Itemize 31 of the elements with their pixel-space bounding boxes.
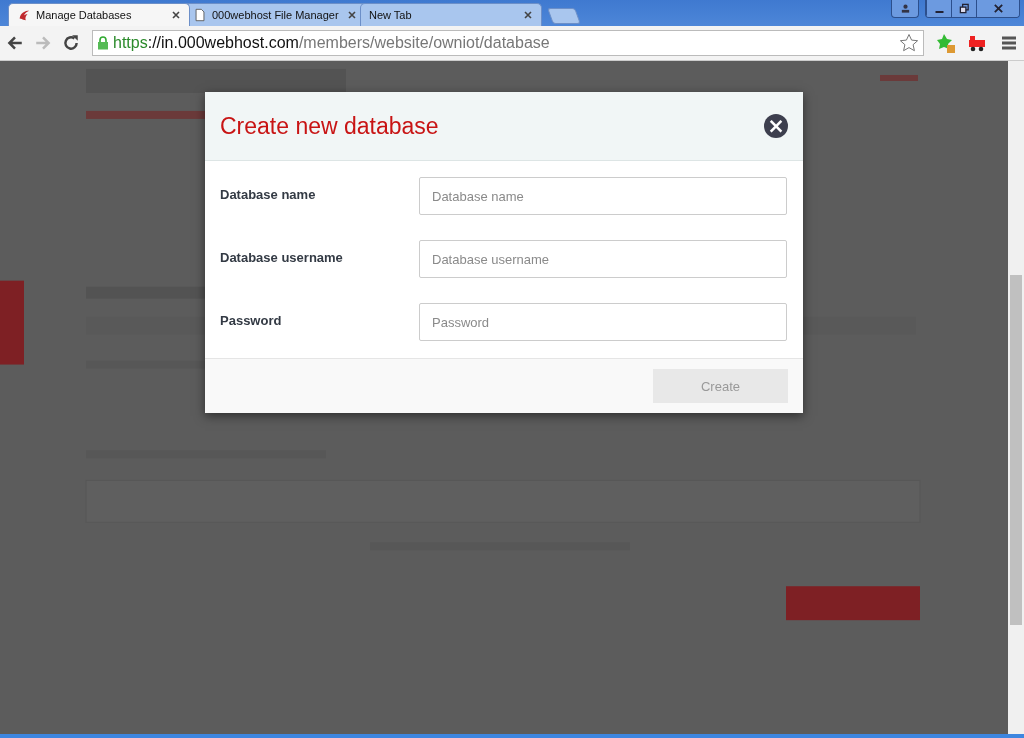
minimize-button[interactable] — [926, 0, 951, 17]
close-icon[interactable] — [171, 10, 181, 20]
dialog-title: Create new database — [220, 112, 439, 140]
tab-title: 000webhost File Manager — [212, 9, 340, 21]
swirl-icon — [17, 8, 31, 22]
restore-icon — [958, 3, 970, 14]
input-field[interactable]: Database username — [419, 240, 787, 278]
field-label: Password — [220, 312, 283, 328]
address-bar[interactable]: https://in.000webhost.com/members/website/owniot/database — [92, 30, 924, 56]
scrollbar[interactable] — [1008, 61, 1024, 734]
close-icon — [992, 3, 1004, 14]
profile-button[interactable] — [891, 0, 919, 18]
document-icon — [193, 8, 207, 22]
input-field[interactable]: Database name — [419, 177, 787, 215]
close-button[interactable]: × — [764, 114, 788, 138]
star-icon[interactable] — [899, 33, 919, 53]
url-text: https://in.000webhost.com/members/website/owniot/database — [113, 34, 551, 52]
tab-title: Manage Databases — [36, 9, 133, 21]
browser-tab[interactable]: Manage Databases — [8, 3, 190, 26]
padlock-icon — [97, 36, 109, 50]
person-icon — [899, 3, 911, 14]
close-window-button[interactable] — [976, 0, 1019, 17]
tab-title: New Tab — [369, 9, 413, 21]
browser-tab[interactable]: New Tab — [360, 3, 542, 26]
field-label: Database username — [220, 249, 344, 265]
field-label: Database name — [220, 186, 317, 202]
input-field[interactable]: Password — [419, 303, 787, 341]
close-icon[interactable] — [347, 10, 357, 20]
restore-button[interactable] — [951, 0, 976, 17]
minimize-icon — [934, 11, 944, 13]
close-icon[interactable] — [523, 10, 533, 20]
